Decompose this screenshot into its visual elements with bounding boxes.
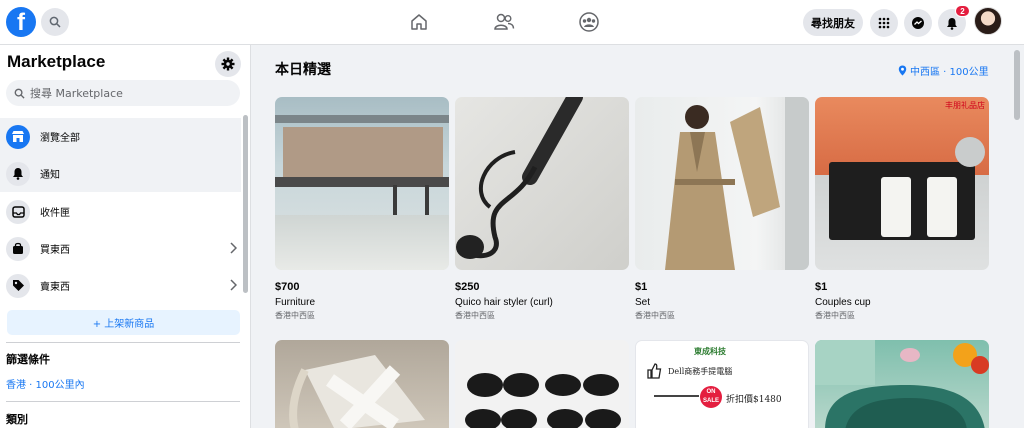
profile-avatar[interactable] [974,7,1002,35]
home-icon [411,14,427,30]
marketplace-sidebar: Marketplace 瀏覽全部 通知 收件匣 買東西 賣東西 [0,45,251,428]
location-filter-link[interactable]: 香港 · 100公里內 [6,376,85,391]
listing-price: $1 [635,281,648,293]
tag-icon [6,273,30,298]
divider [6,342,240,343]
sidebar-item-inbox[interactable]: 收件匣 [0,193,241,230]
listing-title: Set [635,297,651,308]
chevron-right-icon [230,279,237,291]
sale-badge: ON SALE [700,386,722,408]
storefront-icon [6,124,30,149]
sidebar-item-label: 收件匣 [40,208,70,219]
messenger-icon [912,17,924,29]
listing-title: Couples cup [815,297,871,308]
sidebar-title: Marketplace [7,52,106,71]
listing-card[interactable] [275,340,449,428]
location-label: 中西區 · 100公里 [910,67,989,78]
sidebar-scrollbar[interactable] [243,115,248,293]
search-icon [14,88,25,99]
listing-price: $700 [275,281,300,293]
brand-label: 東成科技 [694,347,726,356]
search-input[interactable] [30,86,230,100]
laptop-text: Dell商務手提電腦 [668,367,733,376]
page-title: 本日精選 [275,62,331,78]
search-icon [49,16,61,28]
listing-location: 香港中西區 [635,311,675,320]
listing-price: $250 [455,281,480,293]
sidebar-item-label: 買東西 [40,245,70,256]
listing-image [635,97,809,270]
sale-badge-top: ON [706,389,716,395]
search-button[interactable] [41,8,69,36]
sidebar-item-notifications[interactable]: 通知 [0,155,241,192]
shopping-bag-icon [6,236,30,261]
sidebar-item-label: 通知 [40,170,60,181]
listing-card[interactable]: 東成科技 Dell商務手提電腦 ON SALE 折扣價$1480 [635,340,809,428]
top-navigation-bar: f 尋找朋友 2 [0,0,1024,45]
notification-badge: 2 [955,5,970,17]
menu-button[interactable] [870,9,898,37]
gear-icon [221,57,235,71]
sale-badge-bottom: SALE [702,398,719,404]
listing-image: 東成科技 Dell商務手提電腦 ON SALE 折扣價$1480 [636,341,808,428]
bell-icon [6,161,30,186]
bell-icon [947,17,957,30]
home-tab[interactable] [406,10,432,34]
listing-image [455,97,629,270]
sidebar-item-buying[interactable]: 買東西 [0,230,241,267]
listing-card[interactable]: $250 Quico hair styler (curl) 香港中西區 [455,97,629,321]
sidebar-item-label: 瀏覽全部 [40,133,80,144]
divider [6,401,240,402]
listing-location: 香港中西區 [275,311,315,320]
chevron-right-icon [230,242,237,254]
create-listing-button[interactable]: + 上架新商品 [7,310,240,335]
thumbs-up-icon [647,363,662,379]
marketplace-search[interactable] [6,80,240,106]
settings-button[interactable] [215,51,241,77]
facebook-logo-icon[interactable]: f [6,7,36,37]
friends-icon [494,13,515,30]
categories-heading: 類別 [6,413,28,426]
listing-card[interactable]: $1 Set 香港中西區 [635,97,809,321]
groups-icon [579,12,599,32]
listing-title: Quico hair styler (curl) [455,297,553,308]
find-friends-button[interactable]: 尋找朋友 [803,9,863,36]
listing-card[interactable]: $700 Furniture 香港中西區 [275,97,449,321]
listing-image: 丰朋礼品店 [815,97,989,270]
sidebar-item-selling[interactable]: 賣東西 [0,267,241,304]
discount-price-text: 折扣價$1480 [726,395,782,405]
listing-image [275,97,449,270]
listing-card[interactable] [455,340,629,428]
listing-card[interactable] [815,340,989,428]
listing-image [465,373,621,428]
filters-heading: 篩選條件 [6,353,50,366]
groups-tab[interactable] [576,10,602,34]
shop-tag: 丰朋礼品店 [945,101,985,110]
main-scrollbar[interactable] [1014,50,1020,120]
listing-image [289,355,425,428]
listing-title: Furniture [275,297,316,308]
location-pin-icon [898,65,907,76]
sidebar-item-label: 賣東西 [40,282,70,293]
listing-location: 香港中西區 [455,311,495,320]
listing-image [815,340,989,428]
listing-price: $1 [815,281,828,293]
grid-menu-icon [878,17,890,29]
listing-card[interactable]: 丰朋礼品店 $1 Couples cup 香港中西區 [815,97,989,321]
friends-tab[interactable] [491,10,517,34]
inbox-icon [6,199,30,224]
sidebar-item-browse-all[interactable]: 瀏覽全部 [0,118,241,155]
messenger-button[interactable] [904,9,932,37]
location-selector[interactable]: 中西區 · 100公里 [898,63,989,78]
listing-location: 香港中西區 [815,311,855,320]
